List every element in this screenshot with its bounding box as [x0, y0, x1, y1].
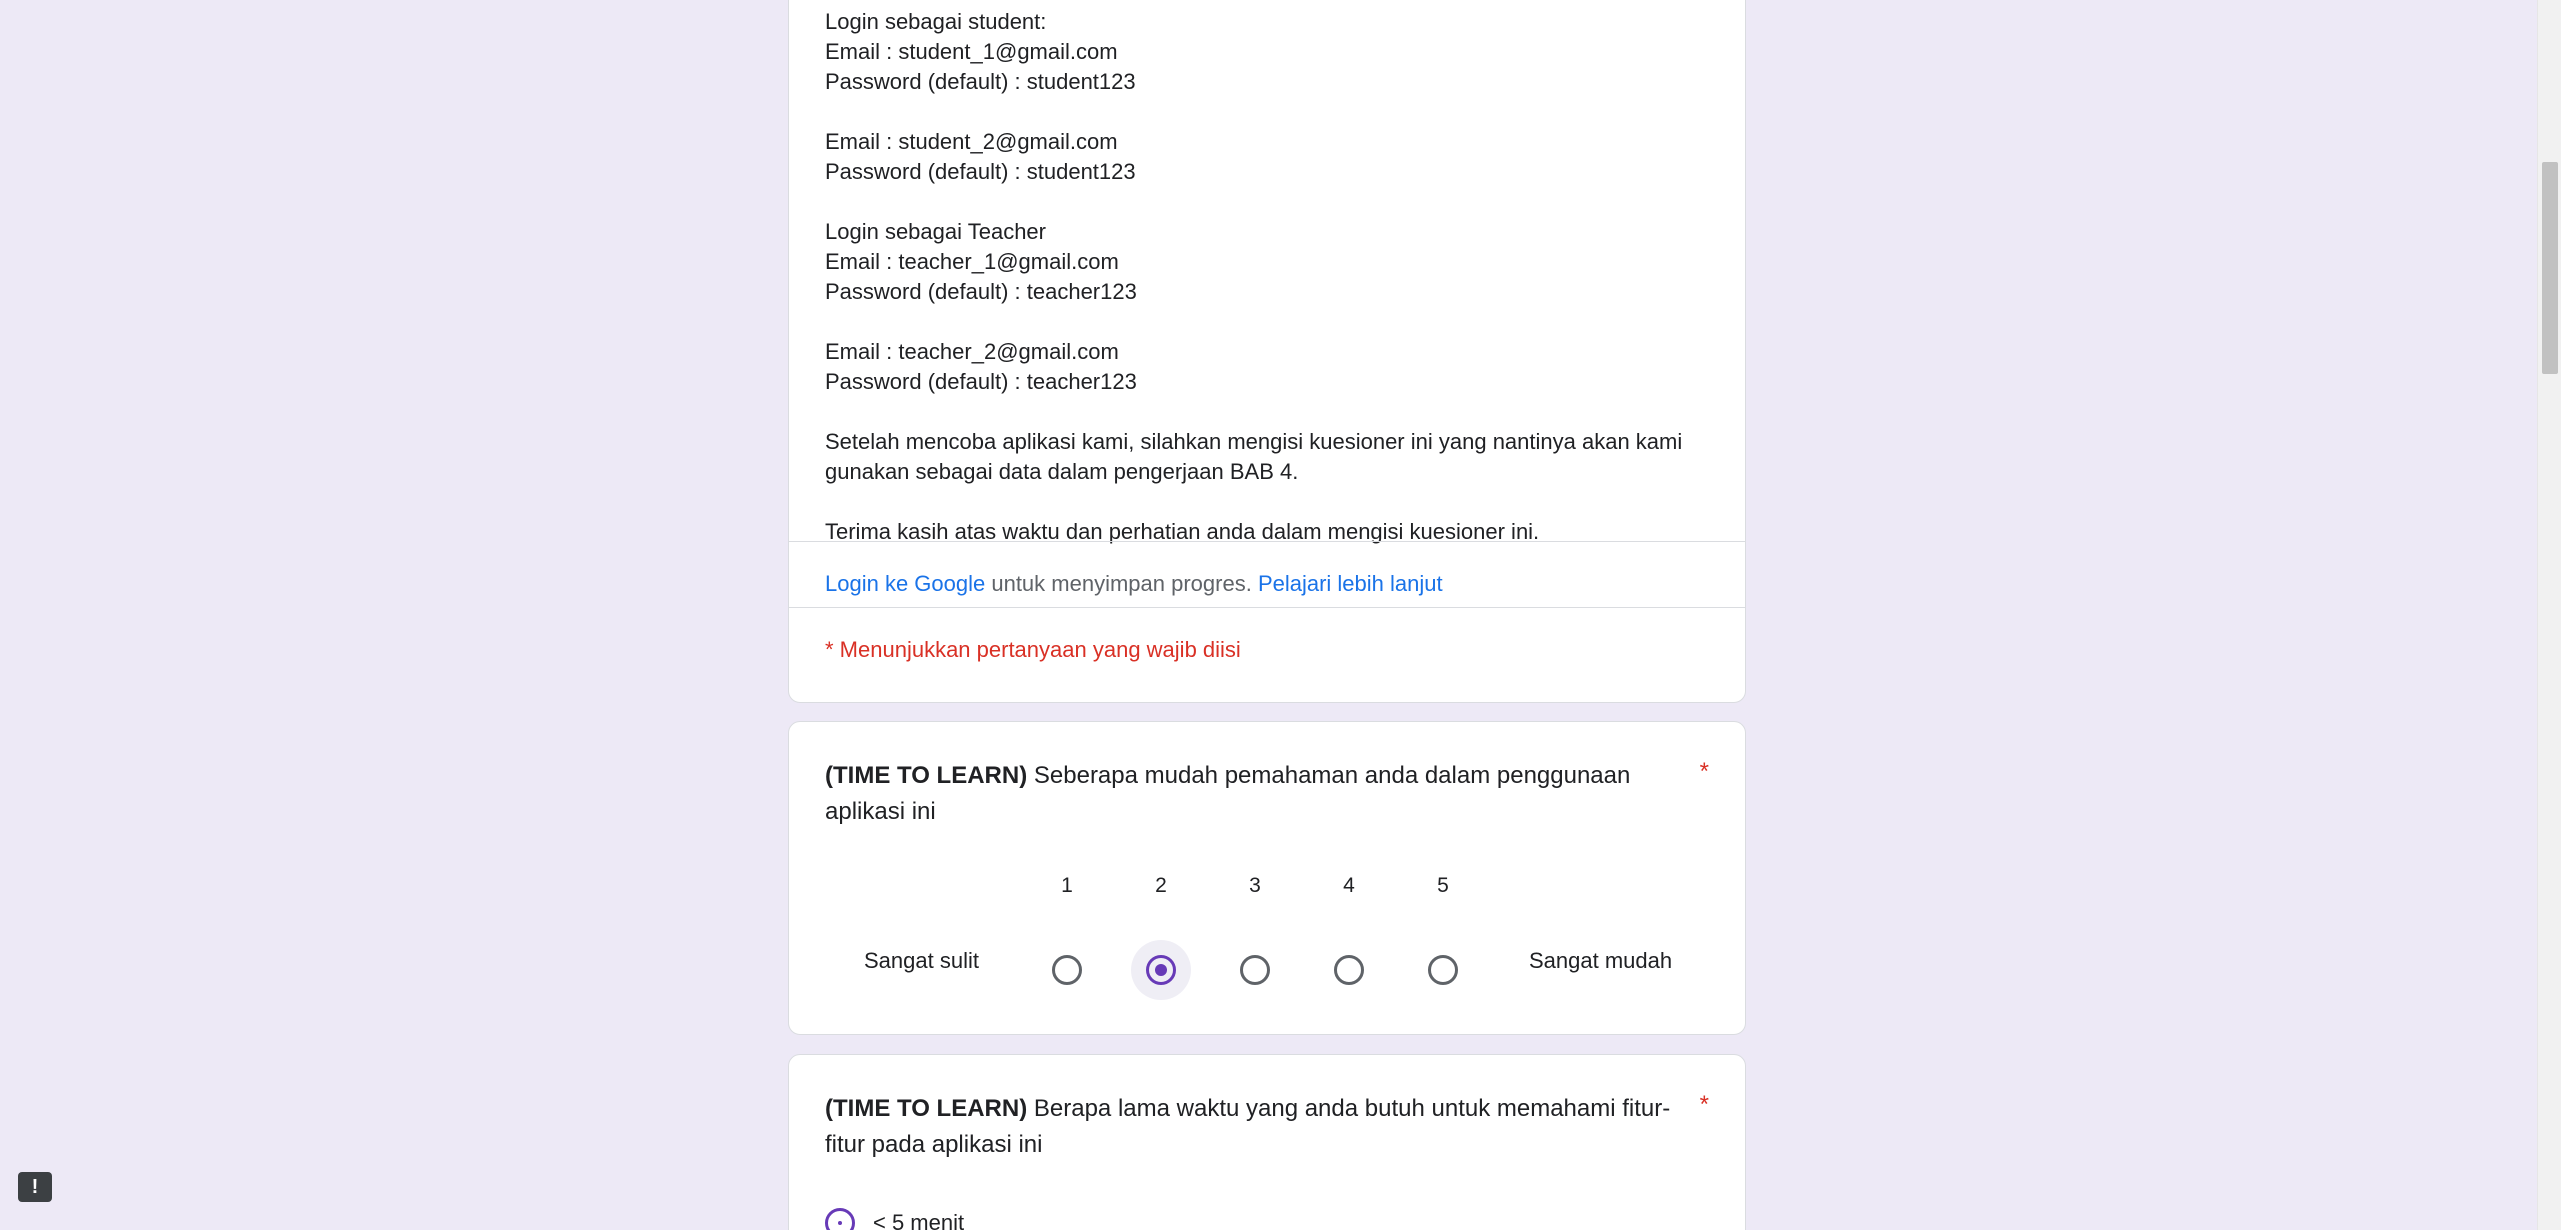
- radio-focus-dot: [838, 1221, 842, 1225]
- radio-ring: [1334, 955, 1364, 985]
- scale-high-label: Sangat mudah: [1529, 948, 1673, 973]
- question-tag: (TIME TO LEARN): [825, 762, 1028, 789]
- radio-ring: [1240, 955, 1270, 985]
- feedback-icon[interactable]: !: [18, 1172, 52, 1202]
- scale-number-3: 3: [1249, 874, 1261, 897]
- scale-number-2: 2: [1155, 874, 1167, 897]
- scale-number-1: 1: [1061, 874, 1073, 897]
- scale-radio-5[interactable]: [1413, 940, 1473, 1000]
- required-note: * Menunjukkan pertanyaan yang wajib diis…: [825, 637, 1241, 662]
- radio-ring: [1428, 955, 1458, 985]
- question-title: (TIME TO LEARN) Berapa lama waktu yang a…: [825, 1091, 1675, 1163]
- scale-low-label: Sangat sulit: [864, 948, 979, 973]
- learn-more-link[interactable]: Pelajari lebih lanjut: [1258, 571, 1443, 596]
- question-card-time-to-learn-ease: (TIME TO LEARN) Seberapa mudah pemahaman…: [788, 721, 1746, 1035]
- login-prompt: Login ke Google untuk menyimpan progres.…: [825, 571, 1443, 597]
- question-card-time-to-learn-duration: (TIME TO LEARN) Berapa lama waktu yang a…: [788, 1054, 1746, 1230]
- scale-radio-2[interactable]: [1131, 940, 1191, 1000]
- required-asterisk: *: [1699, 758, 1709, 785]
- form-header-card: Login sebagai student: Email : student_1…: [788, 0, 1746, 703]
- divider: [789, 541, 1745, 542]
- radio-ring: [1146, 955, 1176, 985]
- option-label: < 5 menit: [873, 1210, 965, 1230]
- radio-ring: [825, 1208, 855, 1230]
- form-description: Login sebagai student: Email : student_1…: [825, 9, 1683, 544]
- form-page: Login sebagai student: Email : student_1…: [0, 0, 2561, 1230]
- required-asterisk: *: [1699, 1091, 1709, 1118]
- radio-selected-dot: [1155, 964, 1167, 976]
- radio-ring: [1052, 955, 1082, 985]
- scrollbar-thumb[interactable]: [2542, 162, 2558, 374]
- scale-radio-4[interactable]: [1319, 940, 1379, 1000]
- page-scrollbar[interactable]: [2537, 0, 2561, 1230]
- scale-number-5: 5: [1437, 874, 1449, 897]
- option-less-than-5-minutes[interactable]: < 5 menit: [825, 1203, 964, 1230]
- scale-radio-1[interactable]: [1037, 940, 1097, 1000]
- scale-radio-3[interactable]: [1225, 940, 1285, 1000]
- question-title: (TIME TO LEARN) Seberapa mudah pemahaman…: [825, 758, 1675, 830]
- login-google-link[interactable]: Login ke Google: [825, 571, 985, 596]
- login-prompt-text: untuk menyimpan progres.: [985, 571, 1258, 596]
- scale-number-4: 4: [1343, 874, 1355, 897]
- question-tag: (TIME TO LEARN): [825, 1095, 1028, 1122]
- divider: [789, 607, 1745, 608]
